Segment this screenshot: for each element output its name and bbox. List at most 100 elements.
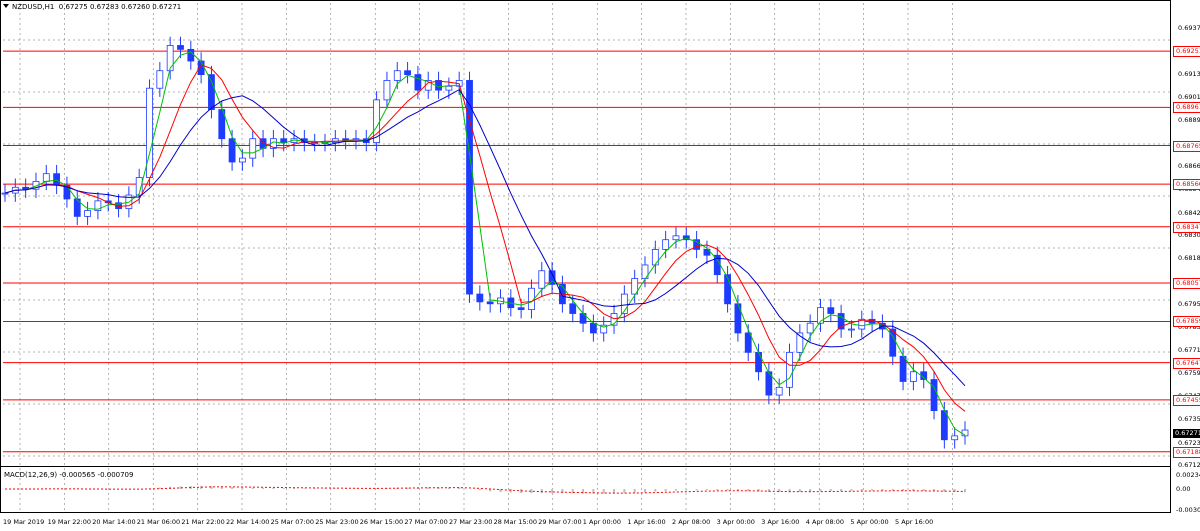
price-tick-label: 0.67710: [1178, 346, 1200, 355]
candle-body: [208, 74, 215, 110]
chart-title: NZDUSD,H1 0.67275 0.67283 0.67260 0.6727…: [3, 3, 181, 12]
time-tick-label: 5 Apr 00:00: [850, 518, 889, 526]
time-tick-label: 26 Mar 15:00: [359, 518, 404, 526]
candle-body: [538, 270, 546, 289]
level-price-tag: 0.67455: [1173, 394, 1200, 406]
chart-window[interactable]: NZDUSD,H1 0.67275 0.67283 0.67260 0.6727…: [0, 0, 1200, 531]
candle-body: [755, 351, 762, 373]
time-tick-label: 25 Mar 23:00: [315, 518, 359, 526]
candle-body: [848, 328, 855, 331]
candle-body: [228, 138, 236, 163]
time-tick-label: 28 Mar 15:00: [493, 518, 537, 526]
chart-frame: [0, 0, 1171, 513]
macd-tick-label: 0.00234: [1176, 471, 1200, 479]
level-price-tag: 0.67859: [1173, 316, 1200, 328]
level-price-tag: 0.68765: [1173, 140, 1200, 152]
candle-body: [156, 70, 164, 89]
candle-body: [827, 307, 835, 314]
price-tick-label: 0.68420: [1178, 208, 1200, 217]
candle-body: [589, 322, 597, 334]
candle-body: [909, 371, 917, 382]
candle-body: [146, 87, 153, 178]
candle-body: [42, 173, 50, 182]
time-tick-label: 20 Mar 14:00: [92, 518, 136, 526]
candle-body: [786, 351, 793, 388]
price-tick-label: 0.69015: [1178, 92, 1200, 101]
level-price-tag: 0.67647: [1173, 357, 1200, 369]
candle-body: [1, 192, 9, 195]
candlestick-series: [1, 36, 969, 449]
candle-body: [84, 210, 91, 217]
time-tick-label: 2 Apr 08:00: [672, 518, 711, 526]
level-price-tag: 0.68347: [1173, 221, 1200, 233]
time-tick-label: 3 Apr 16:00: [761, 518, 800, 526]
price-tick-label: 0.68895: [1178, 116, 1200, 125]
price-tick-label: 0.69135: [1178, 69, 1200, 78]
macd-tick-label: -0.00307: [1176, 506, 1200, 514]
candle-body: [486, 301, 494, 305]
price-tick-label: 0.67235: [1178, 438, 1200, 447]
price-tick-label: 0.67595: [1178, 368, 1200, 377]
plot-border: [0, 0, 1171, 513]
candle-body: [445, 85, 453, 91]
time-tick-label: 19 Mar 2019: [3, 518, 45, 526]
price-tick-label: 0.67950: [1178, 299, 1200, 308]
candle-body: [177, 45, 184, 50]
candle-body: [651, 249, 659, 266]
macd-indicator: [0, 466, 1171, 494]
candle-body: [239, 157, 246, 163]
candle-body: [744, 332, 752, 353]
time-tick-label: 21 Mar 06:00: [136, 518, 181, 526]
chart-grid: [3, 3, 1171, 512]
candle-body: [53, 173, 61, 186]
time-tick-label: 1 Apr 16:00: [627, 518, 666, 526]
time-tick-label: 25 Mar 07:00: [270, 518, 314, 526]
symbol-label: NZDUSD,H1: [12, 3, 55, 11]
price-tick-label: 0.68185: [1178, 254, 1200, 263]
price-tick-label: 0.67120: [1178, 461, 1200, 469]
level-price-tag: 0.69251: [1173, 46, 1200, 58]
candle-body: [930, 379, 938, 412]
candle-body: [166, 45, 174, 72]
time-tick-label: 4 Apr 08:00: [805, 518, 845, 526]
time-tick-label: 22 Mar 14:00: [226, 518, 270, 526]
candle-body: [393, 70, 401, 81]
candle-body: [414, 74, 422, 91]
candle-body: [404, 70, 411, 76]
level-price-tag: 0.68961: [1173, 102, 1200, 114]
level-price-tag: 0.67188: [1173, 446, 1200, 458]
candle-body: [280, 138, 288, 143]
time-tick-label: 21 Mar 22:00: [181, 518, 225, 526]
price-chart[interactable]: [0, 0, 1200, 531]
candle-body: [899, 355, 907, 382]
ohlc-readout: 0.67275 0.67283 0.67260 0.67271: [58, 3, 182, 11]
candle-body: [672, 235, 680, 241]
candle-body: [517, 307, 525, 311]
time-tick-label: 1 Apr 00:00: [582, 518, 622, 526]
level-price-tag: 0.68566: [1173, 179, 1200, 191]
candle-body: [806, 322, 814, 334]
macd-tick-label: 0.00: [1176, 485, 1191, 493]
price-tick-label: 0.67355: [1178, 415, 1200, 424]
candle-body: [775, 386, 783, 396]
candle-body: [662, 239, 670, 250]
chevron-down-icon[interactable]: [3, 4, 9, 8]
time-tick-label: 27 Mar 07:00: [404, 518, 448, 526]
time-tick-label: 27 Mar 23:00: [449, 518, 493, 526]
time-tick-label: 19 Mar 22:00: [47, 518, 91, 526]
bid-price-tag: 0.67271: [1173, 429, 1200, 438]
time-tick-label: 5 Apr 16:00: [895, 518, 934, 526]
candle-body: [940, 410, 948, 441]
time-tick-label: 3 Apr 00:00: [716, 518, 755, 526]
candle-body: [569, 303, 577, 314]
candle-body: [476, 293, 484, 303]
candle-body: [383, 80, 391, 101]
level-price-tag: 0.68057: [1173, 278, 1200, 289]
macd-label: MACD(12,26,9) -0.000565 -0.000709: [4, 471, 134, 479]
price-tick-label: 0.69370: [1178, 24, 1200, 32]
candle-body: [249, 138, 257, 159]
time-tick-label: 29 Mar 07:00: [538, 518, 582, 526]
candle-body: [951, 435, 959, 441]
price-tick-label: 0.68660: [1178, 161, 1200, 170]
candle-body: [187, 48, 195, 62]
